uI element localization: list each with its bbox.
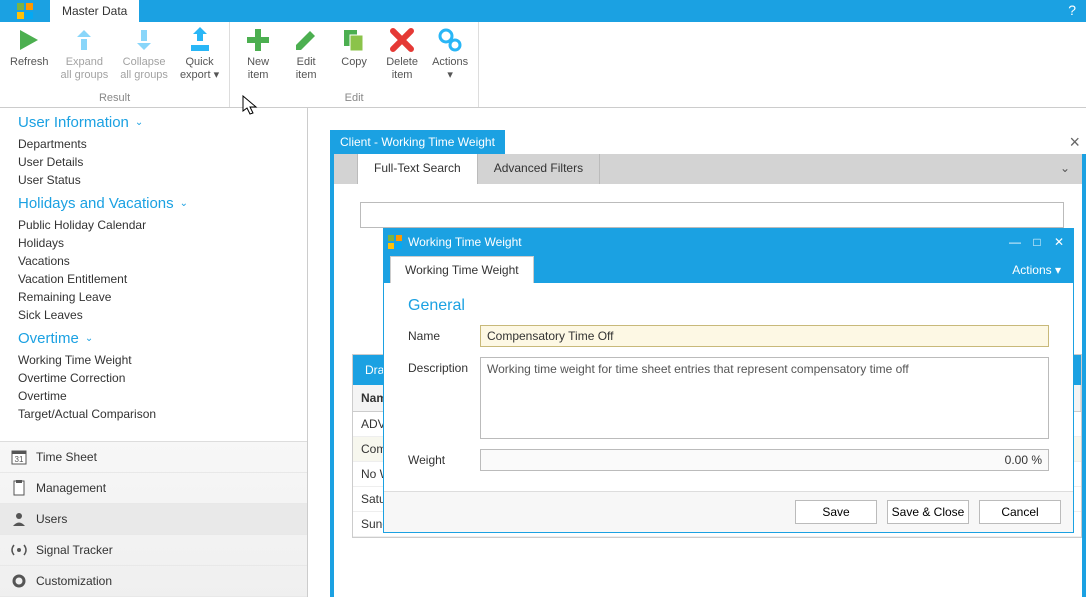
dialog-close-button[interactable]: ✕ (1051, 235, 1067, 249)
nav-item[interactable]: Overtime (18, 387, 307, 405)
play-green-icon (15, 26, 43, 54)
save-close-button[interactable]: Save & Close (887, 500, 969, 524)
save-button[interactable]: Save (795, 500, 877, 524)
ribbon-group-label: Result (0, 90, 229, 107)
copy-button[interactable]: Copy (330, 24, 378, 90)
actions-button[interactable]: Actions▾ (426, 24, 474, 90)
new-item-button[interactable]: Newitem (234, 24, 282, 90)
delete-item-button[interactable]: Deleteitem (378, 24, 426, 90)
titlebar: Master Data ? (0, 0, 1086, 22)
nav-users[interactable]: Users (0, 504, 307, 535)
clipboard-icon (10, 479, 28, 497)
ribbon-group-label: Edit (230, 90, 478, 107)
nav-item[interactable]: User Status (18, 171, 307, 189)
expand-icon (70, 26, 98, 54)
signal-icon (10, 541, 28, 559)
nav-item[interactable]: Vacations (18, 252, 307, 270)
weight-input[interactable] (480, 449, 1049, 471)
x-red-icon (388, 26, 416, 54)
ribbon: RefreshExpandall groupsCollapseall group… (0, 22, 1086, 108)
label-name: Name (408, 325, 480, 343)
dialog-logo-icon (388, 235, 402, 249)
name-input[interactable] (480, 325, 1049, 347)
description-input[interactable] (480, 357, 1049, 439)
working-time-weight-dialog: Working Time Weight — □ ✕ Working Time W… (383, 228, 1074, 533)
collapse-groups-button: Collapseall groups (114, 24, 174, 90)
calendar-icon: 31 (10, 448, 28, 466)
dialog-title: Working Time Weight (408, 235, 522, 249)
nav-item[interactable]: User Details (18, 153, 307, 171)
filter-bar: Full-Text Search Advanced Filters ⌄ (334, 154, 1082, 184)
nav-item[interactable]: Overtime Correction (18, 369, 307, 387)
expand-groups-button: Expandall groups (55, 24, 115, 90)
dialog-maximize-button[interactable]: □ (1029, 235, 1045, 249)
dialog-tab[interactable]: Working Time Weight (390, 256, 534, 283)
nav-customization[interactable]: Customization (0, 566, 307, 597)
copy-green-icon (340, 26, 368, 54)
sidebar: User Information⌄ DepartmentsUser Details… (0, 108, 308, 597)
label-description: Description (408, 357, 480, 375)
nav-item[interactable]: Remaining Leave (18, 288, 307, 306)
nav-item[interactable]: Vacation Entitlement (18, 270, 307, 288)
filter-tab-advanced[interactable]: Advanced Filters (478, 154, 600, 184)
chevron-down-icon: ⌄ (85, 333, 93, 344)
edit-item-button[interactable]: Edititem (282, 24, 330, 90)
dialog-section-general: General (408, 297, 1049, 315)
gears-icon (436, 26, 464, 54)
search-input[interactable] (360, 202, 1064, 228)
nav-item[interactable]: Departments (18, 135, 307, 153)
svg-text:31: 31 (15, 455, 24, 464)
chevron-down-icon: ⌄ (135, 117, 143, 128)
filter-tab-fulltext[interactable]: Full-Text Search (358, 154, 478, 184)
gear-icon (10, 572, 28, 590)
nav-item[interactable]: Holidays (18, 234, 307, 252)
pane-title: Client - Working Time Weight (330, 130, 505, 154)
dialog-minimize-button[interactable]: — (1007, 235, 1023, 249)
group-holidays[interactable]: Holidays and Vacations⌄ (18, 195, 307, 212)
refresh-button[interactable]: Refresh (4, 24, 55, 90)
chevron-down-icon: ⌄ (180, 198, 188, 209)
plus-green-icon (244, 26, 272, 54)
pencil-green-icon (292, 26, 320, 54)
collapse-icon (130, 26, 158, 54)
group-user-info[interactable]: User Information⌄ (18, 114, 307, 131)
cancel-button[interactable]: Cancel (979, 500, 1061, 524)
quick-export-button[interactable]: Quickexport ▾ (174, 24, 225, 90)
nav-management[interactable]: Management (0, 473, 307, 504)
group-overtime[interactable]: Overtime⌄ (18, 330, 307, 347)
nav-item[interactable]: Sick Leaves (18, 306, 307, 324)
filter-expand-icon[interactable]: ⌄ (1048, 154, 1082, 184)
nav-signal-tracker[interactable]: Signal Tracker (0, 535, 307, 566)
nav-time-sheet[interactable]: 31Time Sheet (0, 442, 307, 473)
help-button[interactable]: ? (1058, 0, 1086, 22)
nav-item[interactable]: Working Time Weight (18, 351, 307, 369)
sidebar-bottom-nav: 31Time SheetManagementUsersSignal Tracke… (0, 441, 307, 597)
dialog-actions-menu[interactable]: Actions ▾ (1000, 257, 1073, 283)
users-icon (10, 510, 28, 528)
ribbon-tab-master-data[interactable]: Master Data (50, 0, 139, 22)
nav-item[interactable]: Target/Actual Comparison (18, 405, 307, 423)
pane-close-button[interactable]: × (1069, 132, 1086, 153)
nav-item[interactable]: Public Holiday Calendar (18, 216, 307, 234)
label-weight: Weight (408, 449, 480, 467)
dialog-titlebar[interactable]: Working Time Weight — □ ✕ (384, 229, 1073, 255)
export-icon (186, 26, 214, 54)
app-logo (0, 0, 50, 22)
